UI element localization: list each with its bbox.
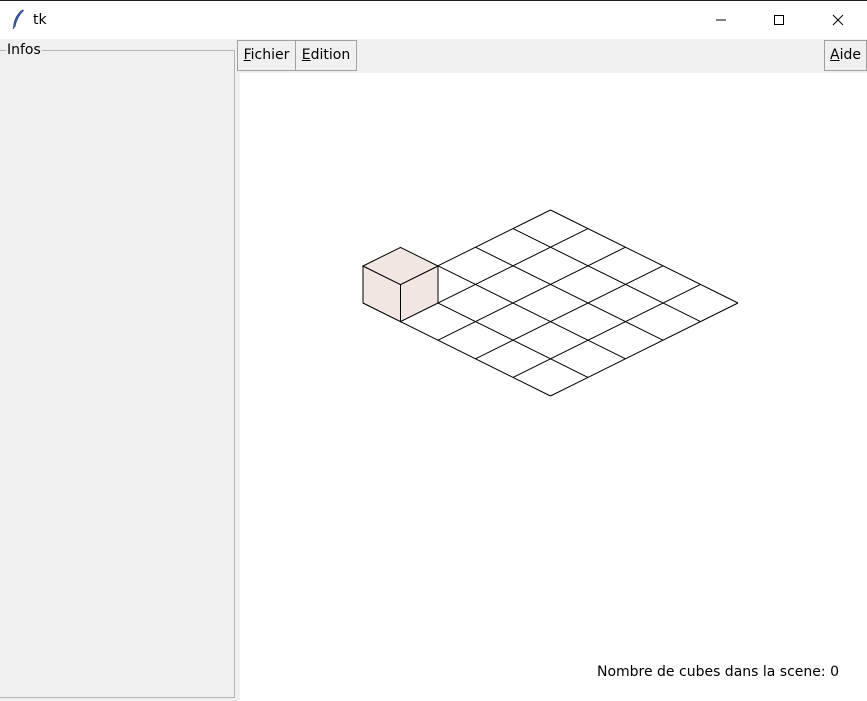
cube-count-label: Nombre de cubes dans la scene: [596, 664, 826, 680]
menu-fichier[interactable]: Fichier [237, 40, 296, 71]
maximize-button[interactable] [750, 1, 808, 39]
minimize-icon [716, 19, 726, 21]
infos-frame-label: Infos [6, 42, 42, 58]
menu-fichier-label: ichier [250, 47, 290, 63]
menu-bar: Fichier Edition Aide [237, 39, 867, 72]
close-button[interactable] [809, 1, 867, 39]
menu-edition-mnemonic: E [301, 47, 311, 63]
grid-line [512, 228, 701, 323]
menu-aide[interactable]: Aide [824, 40, 867, 71]
window-title: tk [33, 12, 47, 28]
grid-line [550, 209, 739, 304]
minimize-button[interactable] [692, 1, 750, 39]
cube-count-value: 0 [830, 664, 839, 680]
scene-canvas[interactable]: Nombre de cubes dans la scene: 0 [240, 73, 867, 701]
grid-line [512, 283, 701, 378]
grid-line [437, 265, 626, 360]
menu-edition-label: dition [310, 47, 351, 63]
menu-aide-label: ide [839, 47, 861, 63]
app-window: tk Infos Fichier Edition Aide Nombre de [0, 0, 867, 701]
menu-fichier-mnemonic: F [243, 47, 251, 63]
grid-line [475, 265, 664, 360]
menu-aide-mnemonic: A [830, 47, 840, 63]
grid-line [475, 246, 664, 341]
isometric-scene[interactable] [240, 73, 867, 701]
maximize-icon [774, 15, 784, 25]
infos-frame [0, 50, 235, 698]
grid-line [550, 302, 739, 397]
info-panel: Infos [0, 39, 237, 701]
feather-icon [12, 9, 25, 29]
close-icon [832, 14, 844, 26]
menu-edition[interactable]: Edition [295, 40, 357, 71]
grid-line [437, 246, 626, 341]
cube-count-status: Nombre de cubes dans la scene: 0 [597, 663, 839, 681]
title-bar[interactable]: tk [0, 1, 867, 39]
